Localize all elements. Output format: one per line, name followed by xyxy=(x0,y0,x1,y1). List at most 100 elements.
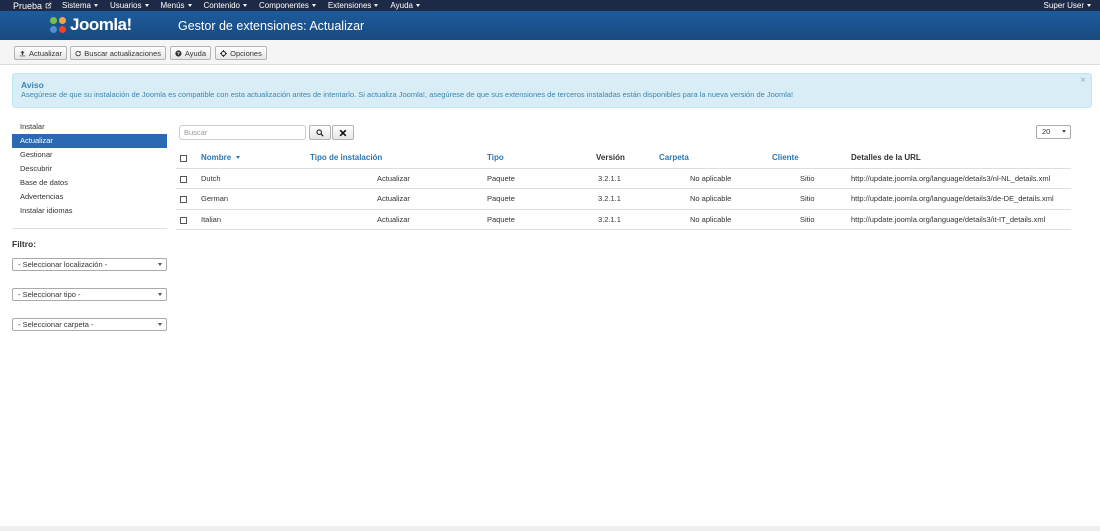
row-version: 3.2.1.1 xyxy=(598,173,621,183)
page-header: Joomla! Gestor de extensiones: Actualiza… xyxy=(0,11,1100,40)
external-link-icon xyxy=(45,2,52,9)
sidebar-item-base-de-datos[interactable]: Base de datos xyxy=(12,176,167,190)
row-url: http://update.joomla.org/language/detail… xyxy=(851,214,1046,224)
chevron-down-icon xyxy=(93,4,98,7)
sidebar-item-gestionar[interactable]: Gestionar xyxy=(12,148,167,162)
menu-ayuda[interactable]: Ayuda xyxy=(390,1,420,10)
search-button[interactable] xyxy=(309,125,331,140)
row-folder: No aplicable xyxy=(690,173,732,183)
row-version: 3.2.1.1 xyxy=(598,214,621,224)
row-install-type: Actualizar xyxy=(377,214,410,224)
footer-strip xyxy=(0,526,1100,531)
row-client: Sitio xyxy=(800,214,815,224)
row-folder: No aplicable xyxy=(690,194,732,203)
type-filter-select[interactable]: - Seleccionar tipo - xyxy=(12,288,167,301)
column-header-url: Detalles de la URL xyxy=(851,153,921,162)
row-checkbox[interactable] xyxy=(180,196,187,203)
row-install-type: Actualizar xyxy=(377,173,410,183)
svg-text:?: ? xyxy=(177,51,180,57)
table-row[interactable]: Dutch Actualizar Paquete 3.2.1.1 No apli… xyxy=(176,169,1071,189)
row-name: German xyxy=(201,194,229,203)
sidebar-item-advertencias[interactable]: Advertencias xyxy=(12,190,167,204)
list-limit-select[interactable]: 20 xyxy=(1036,125,1071,139)
menu-componentes[interactable]: Componentes xyxy=(259,1,316,10)
top-navbar: Prueba Sistema Usuarios Menús Contenido … xyxy=(0,0,1100,11)
folder-filter-select[interactable]: - Seleccionar carpeta - xyxy=(12,318,167,331)
alert-message: Asegúrese de que su instalación de Jooml… xyxy=(21,90,794,99)
search-icon xyxy=(316,128,324,137)
sidebar-divider xyxy=(12,228,167,229)
close-icon[interactable]: × xyxy=(1080,75,1086,86)
row-client: Sitio xyxy=(800,194,815,203)
sidebar-item-instalar-idiomas[interactable]: Instalar idiomas xyxy=(12,204,167,218)
row-url: http://update.joomla.org/language/detail… xyxy=(851,194,1054,203)
sidebar-item-instalar[interactable]: Instalar xyxy=(12,120,167,134)
options-button[interactable]: Opciones xyxy=(215,46,267,60)
main-menu: Sistema Usuarios Menús Contenido Compone… xyxy=(62,1,420,10)
row-checkbox[interactable] xyxy=(180,175,187,183)
row-name: Italian xyxy=(201,214,222,224)
column-header-install-type[interactable]: Tipo de instalación xyxy=(310,148,382,168)
sidebar-item-actualizar[interactable]: Actualizar xyxy=(12,134,167,148)
chevron-down-icon xyxy=(1087,4,1091,7)
menu-sistema[interactable]: Sistema xyxy=(62,1,98,10)
row-client: Sitio xyxy=(800,173,815,183)
question-circle-icon: ? xyxy=(175,49,182,57)
column-header-folder[interactable]: Carpeta xyxy=(659,148,689,168)
filter-title: Filtro: xyxy=(12,239,37,249)
menu-menus[interactable]: Menús xyxy=(161,1,192,10)
column-header-version: Versión xyxy=(596,153,625,162)
row-folder: No aplicable xyxy=(690,214,732,224)
chevron-down-icon xyxy=(415,4,420,7)
joomla-logo-icon xyxy=(50,16,67,34)
location-filter-select[interactable]: - Seleccionar localización - xyxy=(12,258,167,271)
column-header-client[interactable]: Cliente xyxy=(772,148,799,168)
row-type: Paquete xyxy=(487,194,515,203)
refresh-icon xyxy=(75,50,81,56)
chevron-down-icon xyxy=(243,4,248,7)
chevron-down-icon xyxy=(374,4,379,7)
row-version: 3.2.1.1 xyxy=(598,194,621,203)
row-url: http://update.joomla.org/language/detail… xyxy=(851,173,1051,183)
toolbar: Actualizar Buscar actualizaciones ? Ayud… xyxy=(0,40,1100,65)
chevron-down-icon xyxy=(311,4,316,7)
sidebar: Instalar Actualizar Gestionar Descubrir … xyxy=(12,120,167,229)
table-row[interactable]: Italian Actualizar Paquete 3.2.1.1 No ap… xyxy=(176,210,1071,230)
menu-extensiones[interactable]: Extensiones xyxy=(328,1,379,10)
logo-text: Joomla! xyxy=(70,15,132,34)
site-name: Prueba xyxy=(13,0,43,11)
upload-icon xyxy=(19,50,26,56)
clear-search-button[interactable] xyxy=(332,125,354,140)
select-all-checkbox[interactable] xyxy=(180,155,187,162)
alert-heading: Aviso xyxy=(21,80,44,90)
column-header-name[interactable]: Nombre xyxy=(201,148,241,168)
update-button[interactable]: Actualizar xyxy=(14,46,67,60)
joomla-logo[interactable]: Joomla! xyxy=(50,15,132,35)
close-icon xyxy=(339,129,347,136)
search-input[interactable] xyxy=(179,125,306,140)
chevron-down-icon xyxy=(187,4,192,7)
find-updates-button[interactable]: Buscar actualizaciones xyxy=(70,46,166,60)
sort-desc-icon xyxy=(236,156,241,160)
menu-usuarios[interactable]: Usuarios xyxy=(110,1,149,10)
row-install-type: Actualizar xyxy=(377,194,410,203)
row-checkbox[interactable] xyxy=(180,216,187,224)
menu-contenido[interactable]: Contenido xyxy=(204,1,248,10)
row-type: Paquete xyxy=(487,173,515,183)
chevron-down-icon xyxy=(158,323,162,326)
site-brand-link[interactable]: Prueba xyxy=(13,1,52,11)
row-type: Paquete xyxy=(487,214,515,224)
chevron-down-icon xyxy=(1062,130,1066,133)
column-header-type[interactable]: Tipo xyxy=(487,148,504,168)
gear-icon xyxy=(220,49,228,57)
help-button[interactable]: ? Ayuda xyxy=(170,46,211,60)
table-header: Nombre Tipo de instalación Tipo Versión … xyxy=(176,148,1071,169)
chevron-down-icon xyxy=(158,263,162,266)
user-name: Super User xyxy=(1043,1,1084,10)
chevron-down-icon xyxy=(144,4,149,7)
user-menu[interactable]: Super User xyxy=(1044,0,1091,11)
sidebar-item-descubrir[interactable]: Descubrir xyxy=(12,162,167,176)
chevron-down-icon xyxy=(158,293,162,296)
table-row[interactable]: German Actualizar Paquete 3.2.1.1 No apl… xyxy=(176,189,1071,210)
row-name: Dutch xyxy=(201,173,221,183)
